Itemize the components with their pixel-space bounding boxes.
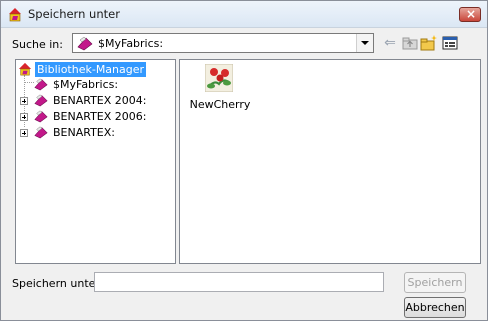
expand-icon[interactable] (20, 113, 28, 121)
expand-icon[interactable] (20, 129, 28, 137)
library-folder-icon (34, 78, 48, 91)
window-title: Speichern unter (28, 7, 120, 21)
file-list[interactable]: NewCherry (179, 59, 481, 264)
chevron-down-icon[interactable] (356, 34, 373, 52)
tree-connector (25, 82, 34, 83)
library-folder-icon (77, 36, 93, 51)
library-tree[interactable]: Bibliothek-Manager $MyFabrics: BENARTEX … (15, 59, 176, 264)
expand-icon[interactable] (20, 97, 28, 105)
file-name: NewCherry (189, 98, 251, 111)
lookin-label: Suche in: (12, 38, 63, 51)
close-button[interactable]: × (459, 7, 481, 22)
library-folder-icon (34, 126, 48, 139)
lookin-value: $MyFabrics: (98, 37, 164, 50)
library-folder-icon (34, 94, 48, 107)
tree-item-label: Bibliothek-Manager (35, 62, 147, 77)
up-folder-icon[interactable] (401, 34, 419, 52)
title-bar: Speichern unter × (1, 1, 487, 28)
view-menu-icon[interactable] (441, 34, 459, 52)
file-name-input[interactable] (94, 272, 384, 292)
tree-item-label: BENARTEX 2006: (53, 110, 147, 123)
tree-item-label: BENARTEX 2004: (53, 94, 147, 107)
tree-item-label: BENARTEX: (53, 126, 116, 139)
library-app-icon (9, 8, 21, 22)
save-as-label: Speichern unter: (12, 277, 104, 290)
fabric-thumbnail-icon (205, 64, 233, 92)
close-icon: × (466, 7, 477, 21)
library-home-icon (18, 62, 32, 76)
save-button[interactable]: Speichern (404, 272, 466, 293)
save-as-dialog: Speichern unter × Suche in: $MyFabrics: … (0, 0, 488, 321)
new-folder-icon[interactable] (420, 34, 438, 52)
back-arrow-icon[interactable]: ⇐ (381, 34, 399, 52)
tree-item-label: $MyFabrics: (53, 78, 119, 91)
lookin-dropdown[interactable]: $MyFabrics: (72, 33, 374, 53)
library-folder-icon (34, 110, 48, 123)
cancel-button[interactable]: Abbrechen (404, 297, 466, 318)
